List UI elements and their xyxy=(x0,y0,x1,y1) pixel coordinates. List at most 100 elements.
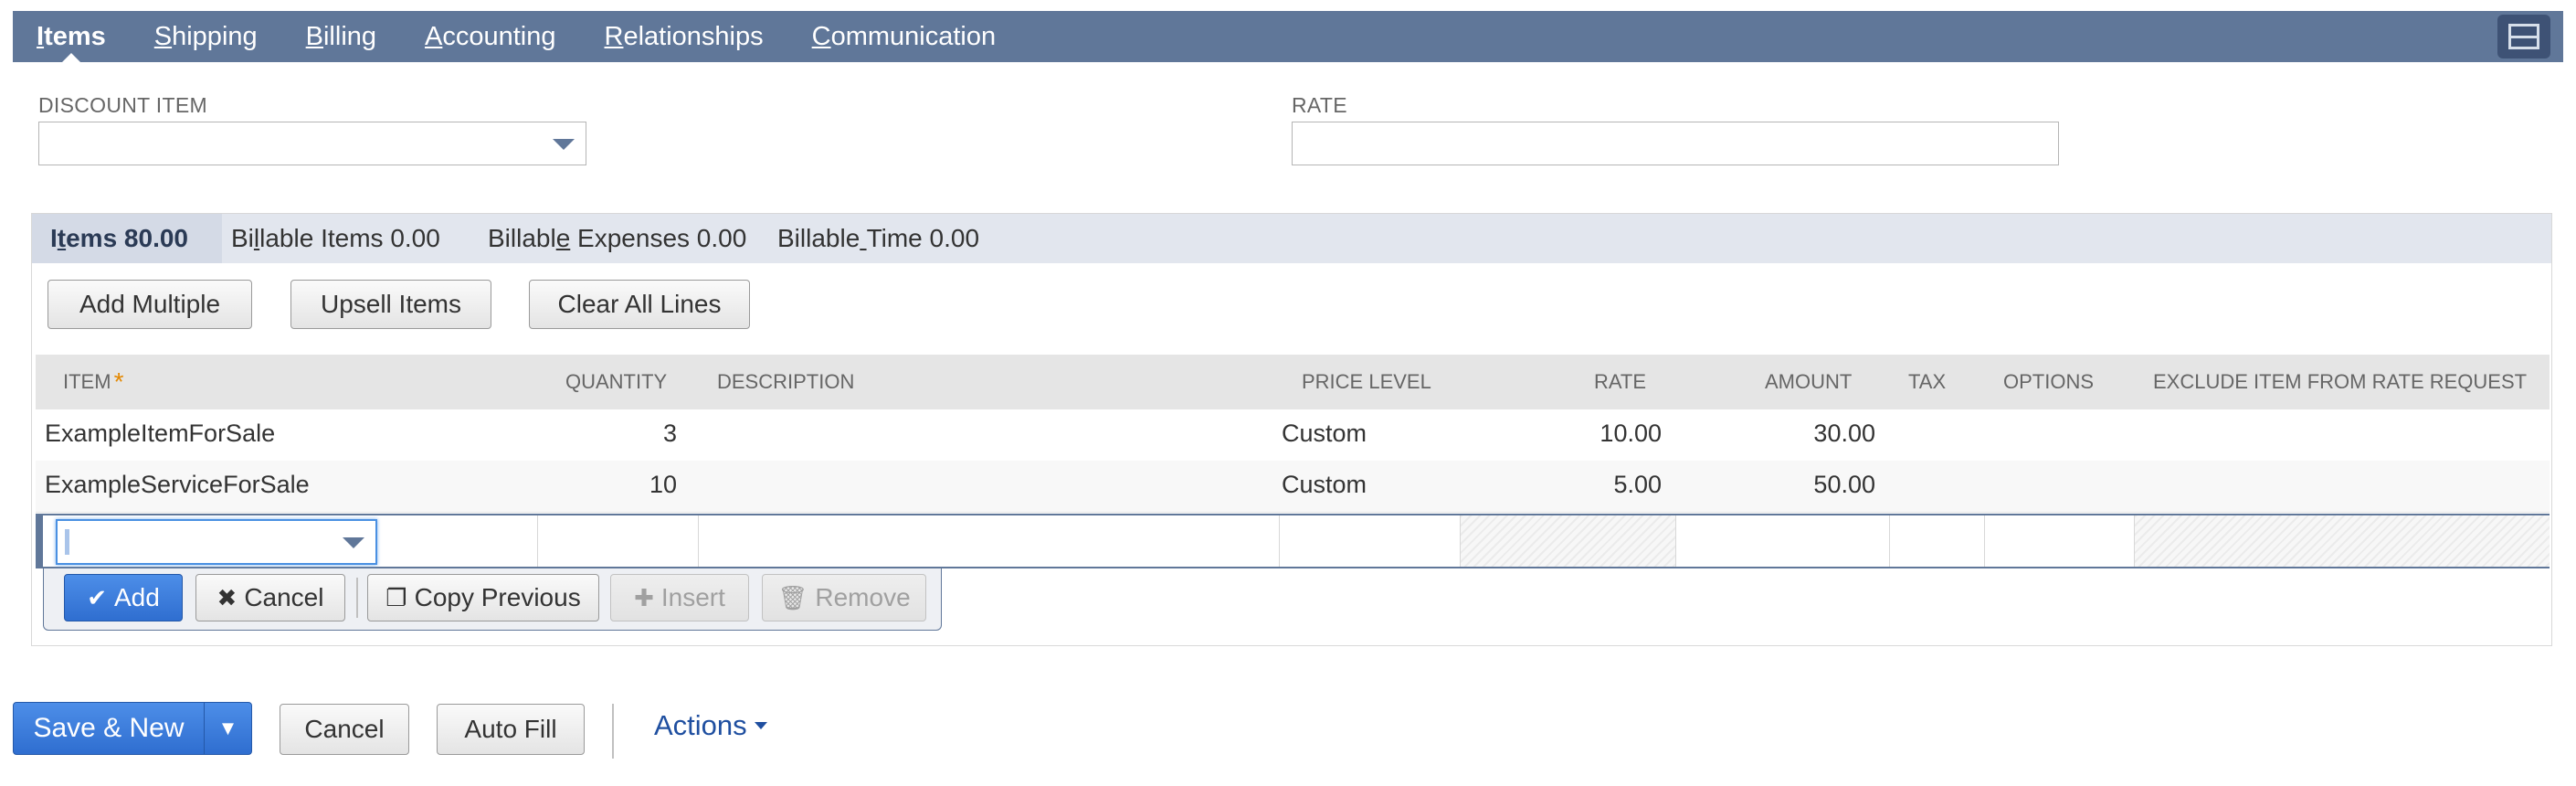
cell-item: ExampleServiceForSale xyxy=(45,471,310,498)
tab-accounting[interactable]: Accounting xyxy=(425,11,556,62)
cancel-line-button[interactable]: ✖ Cancel xyxy=(195,574,345,621)
col-item-label: ITEM xyxy=(63,370,111,393)
plus-icon: ✚ xyxy=(634,583,654,611)
tab-communication[interactable]: Communication xyxy=(812,11,996,62)
tab-shipping-label: hipping xyxy=(172,22,258,51)
discount-item-select[interactable] xyxy=(38,122,586,165)
col-item[interactable]: ITEM * xyxy=(63,355,123,409)
cell-rate: 10.00 xyxy=(1599,420,1662,447)
cell-amount: 50.00 xyxy=(1813,471,1875,498)
subtab-billable-time-accesskey xyxy=(860,224,866,252)
chevron-down-icon xyxy=(343,537,364,548)
close-icon: ✖ xyxy=(216,583,238,611)
layout-toggle-button[interactable] xyxy=(2497,15,2550,58)
tab-billing-label: illing xyxy=(322,22,377,51)
required-mark: * xyxy=(113,367,124,396)
chevron-down-icon xyxy=(553,139,575,150)
subtab-billable-time-post: Time 0.00 xyxy=(866,224,980,252)
add-line-button[interactable]: ✔ Add xyxy=(64,574,183,621)
insert-line-button[interactable]: ✚ Insert xyxy=(610,574,749,621)
cell-price-level: Custom xyxy=(1282,420,1367,447)
edit-cell-description[interactable] xyxy=(699,515,1280,567)
edit-cell-tax[interactable] xyxy=(1890,515,1985,567)
caret-down-icon xyxy=(754,722,767,729)
items-sublist-panel: Items 80.00 Billable Items 0.00 Billable… xyxy=(31,213,2552,646)
subtab-billable-expenses-pre: Billabl xyxy=(488,224,556,252)
edit-cell-exclude xyxy=(2135,515,2550,567)
subtab-billable-time[interactable]: Billable Time 0.00 xyxy=(759,214,998,263)
edit-row xyxy=(36,514,2550,568)
tab-relationships[interactable]: Relationships xyxy=(605,11,764,62)
copy-icon: ❐ xyxy=(385,583,407,611)
cell-price-level: Custom xyxy=(1282,471,1367,498)
cell-quantity: 3 xyxy=(662,420,677,447)
edit-cell-quantity[interactable] xyxy=(538,515,699,567)
col-amount[interactable]: AMOUNT xyxy=(1765,355,1852,409)
col-description[interactable]: DESCRIPTION xyxy=(717,355,854,409)
remove-line-label: Remove xyxy=(815,583,911,611)
clear-all-lines-button[interactable]: Clear All Lines xyxy=(529,280,750,329)
edit-row-indicator xyxy=(36,515,43,567)
discount-item-label: DISCOUNT ITEM xyxy=(38,93,207,117)
rate-input[interactable] xyxy=(1292,122,2059,165)
subtab-items[interactable]: Items 80.00 xyxy=(32,214,222,263)
tab-items[interactable]: Items xyxy=(37,11,106,62)
upsell-items-button[interactable]: Upsell Items xyxy=(290,280,491,329)
edit-cell-options[interactable] xyxy=(1985,515,2135,567)
col-quantity[interactable]: QUANTITY xyxy=(565,355,667,409)
edit-cell-amount[interactable] xyxy=(1676,515,1890,567)
toolbar-divider xyxy=(356,578,358,618)
line-edit-toolbar: ✔ Add ✖ Cancel ❐ Copy Previous ✚ Insert 🗑 Rem… xyxy=(43,568,942,631)
cell-item: ExampleItemForSale xyxy=(45,420,276,447)
copy-previous-button[interactable]: ❐ Copy Previous xyxy=(367,574,599,621)
subtab-items-pre: I xyxy=(50,224,58,252)
subtab-billable-expenses[interactable]: Billable Expenses 0.00 xyxy=(470,214,765,263)
actions-menu[interactable]: Actions xyxy=(654,709,767,742)
col-options[interactable]: OPTIONS xyxy=(2003,355,2094,409)
tab-shipping[interactable]: Shipping xyxy=(154,11,258,62)
actions-label: Actions xyxy=(654,709,747,741)
subtab-billable-expenses-accesskey: e xyxy=(555,224,571,252)
auto-fill-button[interactable]: Auto Fill xyxy=(437,704,585,755)
edit-cell-price-level[interactable] xyxy=(1280,515,1461,567)
tab-relationships-label: elationships xyxy=(623,22,764,51)
cancel-button[interactable]: Cancel xyxy=(280,704,409,755)
cell-rate: 5.00 xyxy=(1613,471,1662,498)
copy-previous-label: Copy Previous xyxy=(414,583,581,611)
col-price-level[interactable]: PRICE LEVEL xyxy=(1302,355,1431,409)
tab-shipping-accesskey: S xyxy=(153,22,173,51)
rate-label: RATE xyxy=(1292,93,1347,117)
subtab-billable-items-post: lable Items 0.00 xyxy=(259,224,440,252)
cell-quantity: 10 xyxy=(649,471,677,498)
subtab-items-post: ems 80.00 xyxy=(66,224,188,252)
subtab-items-accesskey: t xyxy=(57,224,67,252)
sublist-tabs: Items 80.00 Billable Items 0.00 Billable… xyxy=(32,214,2551,263)
col-tax[interactable]: TAX xyxy=(1908,355,1946,409)
trash-icon: 🗑 xyxy=(777,583,808,611)
col-rate[interactable]: RATE xyxy=(1594,355,1646,409)
layout-toggle-icon xyxy=(2508,24,2539,49)
text-cursor xyxy=(65,529,69,555)
tab-relationships-accesskey: R xyxy=(604,22,624,51)
add-multiple-button[interactable]: Add Multiple xyxy=(48,280,252,329)
table-row[interactable]: ExampleServiceForSale 10 Custom 5.00 50.… xyxy=(36,461,2550,513)
subtab-billable-expenses-post: Expenses 0.00 xyxy=(570,224,747,252)
save-new-button[interactable]: Save & New xyxy=(14,703,205,754)
tab-accounting-accesskey: A xyxy=(425,22,443,51)
checkmark-icon: ✔ xyxy=(87,583,107,611)
table-row[interactable]: ExampleItemForSale 3 Custom 10.00 30.00 xyxy=(36,409,2550,462)
tab-accounting-label: ccounting xyxy=(442,22,556,51)
save-options-dropdown[interactable]: ▼ xyxy=(205,703,251,754)
col-exclude-item[interactable]: EXCLUDE ITEM FROM RATE REQUEST xyxy=(2153,355,2527,409)
table-header: ITEM * QUANTITY DESCRIPTION PRICE LEVEL R… xyxy=(36,355,2550,409)
tab-billing-accesskey: B xyxy=(305,22,323,51)
subtab-billable-time-pre: Billable xyxy=(777,224,860,252)
edit-cell-rate xyxy=(1461,515,1676,567)
bottom-divider xyxy=(612,704,614,759)
item-select-input[interactable] xyxy=(56,519,377,565)
top-tab-bar: Items Shipping Billing Accounting Relati… xyxy=(13,11,2563,62)
tab-billing[interactable]: Billing xyxy=(306,11,376,62)
tab-items-accesskey: I xyxy=(37,22,45,51)
remove-line-button[interactable]: 🗑 Remove xyxy=(762,574,926,621)
subtab-billable-items[interactable]: Billable Items 0.00 xyxy=(213,214,459,263)
